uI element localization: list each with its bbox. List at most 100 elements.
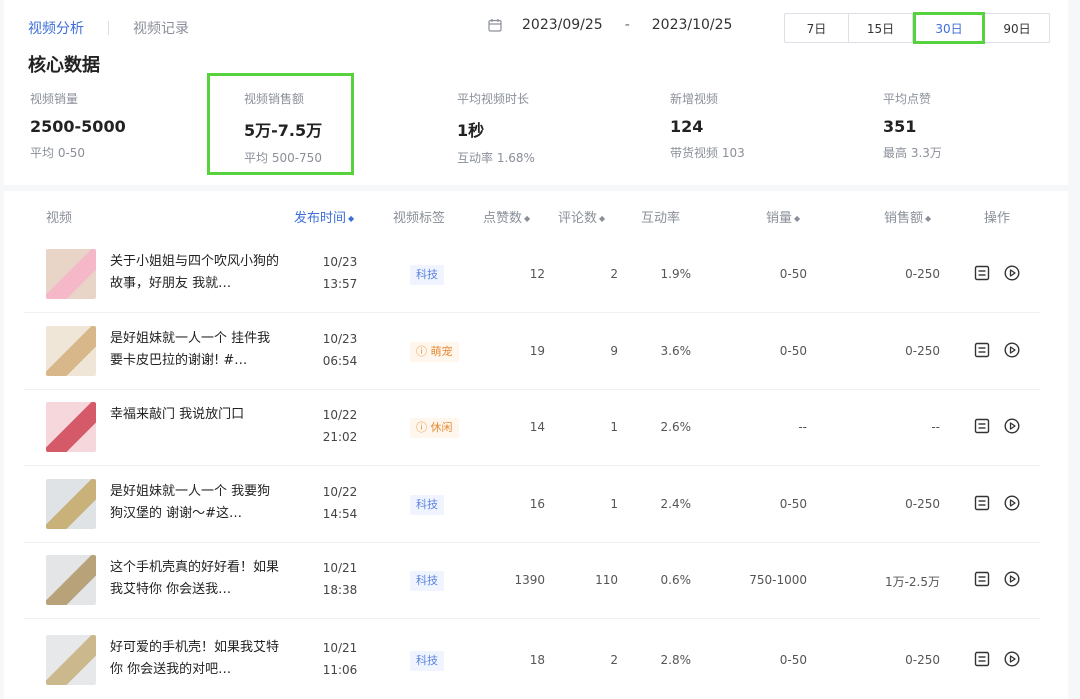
sort-icon: ◆ xyxy=(794,214,801,223)
document-icon[interactable] xyxy=(974,571,990,587)
metric-value: 1秒 xyxy=(457,121,485,140)
video-title[interactable]: 是好姐妹就一人一个 我要狗狗汉堡的 谢谢～#这… xyxy=(110,481,282,525)
tab-video-records[interactable]: 视频记录 xyxy=(133,18,189,38)
metric-label: 视频销售额 xyxy=(244,92,305,106)
table-row[interactable]: 关于小姐姐与四个吹风小狗的故事，好朋友 我就… 10/23 13:57 科技 1… xyxy=(0,236,1080,312)
likes-count: 19 xyxy=(529,344,545,358)
play-circle-icon[interactable] xyxy=(1004,418,1020,434)
video-thumbnail[interactable] xyxy=(46,326,96,376)
comments-count: 2 xyxy=(610,267,618,281)
sort-icon: ◆ xyxy=(524,214,531,223)
header-sales[interactable]: 销量 ◆ xyxy=(766,207,800,226)
metric-avg-likes: 平均点赞 351 最高 3.3万 xyxy=(883,90,942,161)
metric-video-sales: 视频销量 2500-5000 平均 0-50 xyxy=(30,90,126,161)
publish-clock: 14:54 xyxy=(322,507,358,521)
publish-clock: 11:06 xyxy=(322,663,358,677)
tab-video-analysis[interactable]: 视频分析 xyxy=(28,18,84,38)
date-start[interactable]: 2023/09/25 xyxy=(522,17,603,33)
publish-time: 10/21 18:38 xyxy=(310,557,370,601)
metric-value: 124 xyxy=(670,117,704,136)
play-circle-icon[interactable] xyxy=(1004,342,1020,358)
calendar-icon xyxy=(488,19,502,32)
table-row[interactable]: 是好姐妹就一人一个 挂件我要卡皮巴拉的谢谢! #… 10/23 06:54 ⓘ … xyxy=(0,313,1080,389)
video-title[interactable]: 这个手机壳真的好好看！如果我艾特你 你会送我… xyxy=(110,557,282,601)
likes-count: 12 xyxy=(529,267,545,281)
table-row[interactable]: 好可爱的手机壳！如果我艾特你 你会送我的对吧… 10/21 11:06 科技 1… xyxy=(0,622,1080,698)
document-icon[interactable] xyxy=(974,265,990,281)
video-thumbnail[interactable] xyxy=(46,249,96,299)
header-actions: 操作 xyxy=(984,211,1011,226)
header-tag: 视频标签 xyxy=(393,211,446,226)
metric-value: 2500-5000 xyxy=(30,117,126,136)
video-thumbnail[interactable] xyxy=(46,635,96,685)
revenue-range: 1万-2.5万 xyxy=(884,575,940,589)
video-tag: 科技 xyxy=(410,495,444,515)
play-circle-icon[interactable] xyxy=(1004,651,1020,667)
video-title[interactable]: 是好姐妹就一人一个 挂件我要卡皮巴拉的谢谢! #… xyxy=(110,328,282,372)
table-row[interactable]: 是好姐妹就一人一个 我要狗狗汉堡的 谢谢～#这… 10/22 14:54 科技 … xyxy=(0,466,1080,542)
header-publish-time[interactable]: 发布时间 ◆ xyxy=(294,207,354,226)
row-actions xyxy=(974,495,1020,511)
publish-clock: 13:57 xyxy=(322,277,358,291)
video-thumbnail[interactable] xyxy=(46,555,96,605)
video-title[interactable]: 关于小姐姐与四个吹风小狗的故事，好朋友 我就… xyxy=(110,251,282,295)
play-circle-icon[interactable] xyxy=(1004,495,1020,511)
header-likes[interactable]: 点赞数 ◆ xyxy=(483,207,530,226)
header-engagement: 互动率 xyxy=(641,211,681,226)
header-video: 视频 xyxy=(46,211,73,226)
metric-sub: 带货视频 103 xyxy=(670,146,745,160)
table-row[interactable]: 这个手机壳真的好好看！如果我艾特你 你会送我… 10/21 18:38 科技 1… xyxy=(0,542,1080,618)
period-15d-button[interactable]: 15日 xyxy=(849,14,913,42)
comments-count: 1 xyxy=(610,497,618,511)
metric-new-videos: 新增视频 124 带货视频 103 xyxy=(670,90,745,161)
metric-sub: 互动率 1.68% xyxy=(457,151,535,165)
section-title: 核心数据 xyxy=(28,55,100,76)
engagement-rate: 3.6% xyxy=(660,344,692,358)
publish-date: 10/22 xyxy=(322,408,358,422)
header-sales-label: 销量 xyxy=(766,211,793,226)
metric-sub: 最高 3.3万 xyxy=(883,146,942,160)
date-end[interactable]: 2023/10/25 xyxy=(652,17,733,33)
period-selector: 7日 15日 30日 90日 xyxy=(784,12,1050,44)
document-icon[interactable] xyxy=(974,418,990,434)
date-range-picker[interactable]: 2023/09/25 - 2023/10/25 xyxy=(488,17,732,33)
revenue-range: 0-250 xyxy=(905,653,940,667)
likes-count: 14 xyxy=(529,420,545,434)
metric-avg-duration: 平均视频时长 1秒 互动率 1.68% xyxy=(457,90,535,166)
comments-count: 2 xyxy=(610,653,618,667)
period-7d-button[interactable]: 7日 xyxy=(785,14,849,42)
video-title[interactable]: 幸福来敲门 我说放门口 xyxy=(110,404,282,426)
publish-time: 10/23 06:54 xyxy=(310,328,370,372)
publish-time: 10/22 21:02 xyxy=(310,404,370,448)
publish-time: 10/22 14:54 xyxy=(310,481,370,525)
document-icon[interactable] xyxy=(974,651,990,667)
period-30d-button[interactable]: 30日 xyxy=(913,12,985,44)
header-comments[interactable]: 评论数 ◆ xyxy=(558,207,605,226)
document-icon[interactable] xyxy=(974,342,990,358)
video-thumbnail[interactable] xyxy=(46,402,96,452)
play-circle-icon[interactable] xyxy=(1004,265,1020,281)
header-publish-time-label: 发布时间 xyxy=(294,211,347,226)
date-separator: - xyxy=(624,17,630,33)
period-90d-button[interactable]: 90日 xyxy=(985,14,1049,42)
publish-time: 10/21 11:06 xyxy=(310,637,370,681)
metric-value: 351 xyxy=(883,117,917,136)
play-circle-icon[interactable] xyxy=(1004,571,1020,587)
header-revenue-label: 销售额 xyxy=(884,211,924,226)
table-row[interactable]: 幸福来敲门 我说放门口 10/22 21:02 ⓘ 休闲 14 1 2.6% -… xyxy=(0,389,1080,465)
metric-sub: 平均 500-750 xyxy=(244,151,322,165)
row-actions xyxy=(974,651,1020,667)
metric-label: 新增视频 xyxy=(670,92,719,106)
publish-clock: 18:38 xyxy=(322,583,358,597)
row-actions xyxy=(974,342,1020,358)
sort-icon: ◆ xyxy=(925,214,932,223)
document-icon[interactable] xyxy=(974,495,990,511)
video-thumbnail[interactable] xyxy=(46,479,96,529)
publish-clock: 06:54 xyxy=(322,354,358,368)
video-title[interactable]: 好可爱的手机壳！如果我艾特你 你会送我的对吧… xyxy=(110,637,282,681)
video-tag: 科技 xyxy=(410,265,444,285)
row-actions xyxy=(974,418,1020,434)
sort-icon: ◆ xyxy=(348,214,355,223)
header-revenue[interactable]: 销售额 ◆ xyxy=(884,207,931,226)
revenue-range: 0-250 xyxy=(905,267,940,281)
